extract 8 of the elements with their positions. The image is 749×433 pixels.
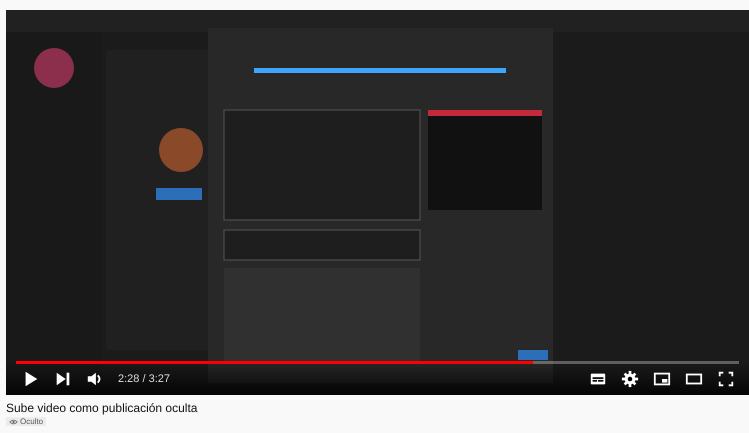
time-display: 2:28 / 3:27: [118, 373, 170, 385]
eye-icon: [9, 418, 18, 424]
next-icon[interactable]: [54, 370, 72, 388]
fullscreen-icon[interactable]: [717, 370, 735, 388]
miniplayer-icon[interactable]: [653, 370, 671, 388]
settings-icon[interactable]: [621, 370, 639, 388]
badge-label: Oculto: [20, 417, 44, 426]
video-title: Sube video como publicación oculta: [6, 401, 198, 415]
